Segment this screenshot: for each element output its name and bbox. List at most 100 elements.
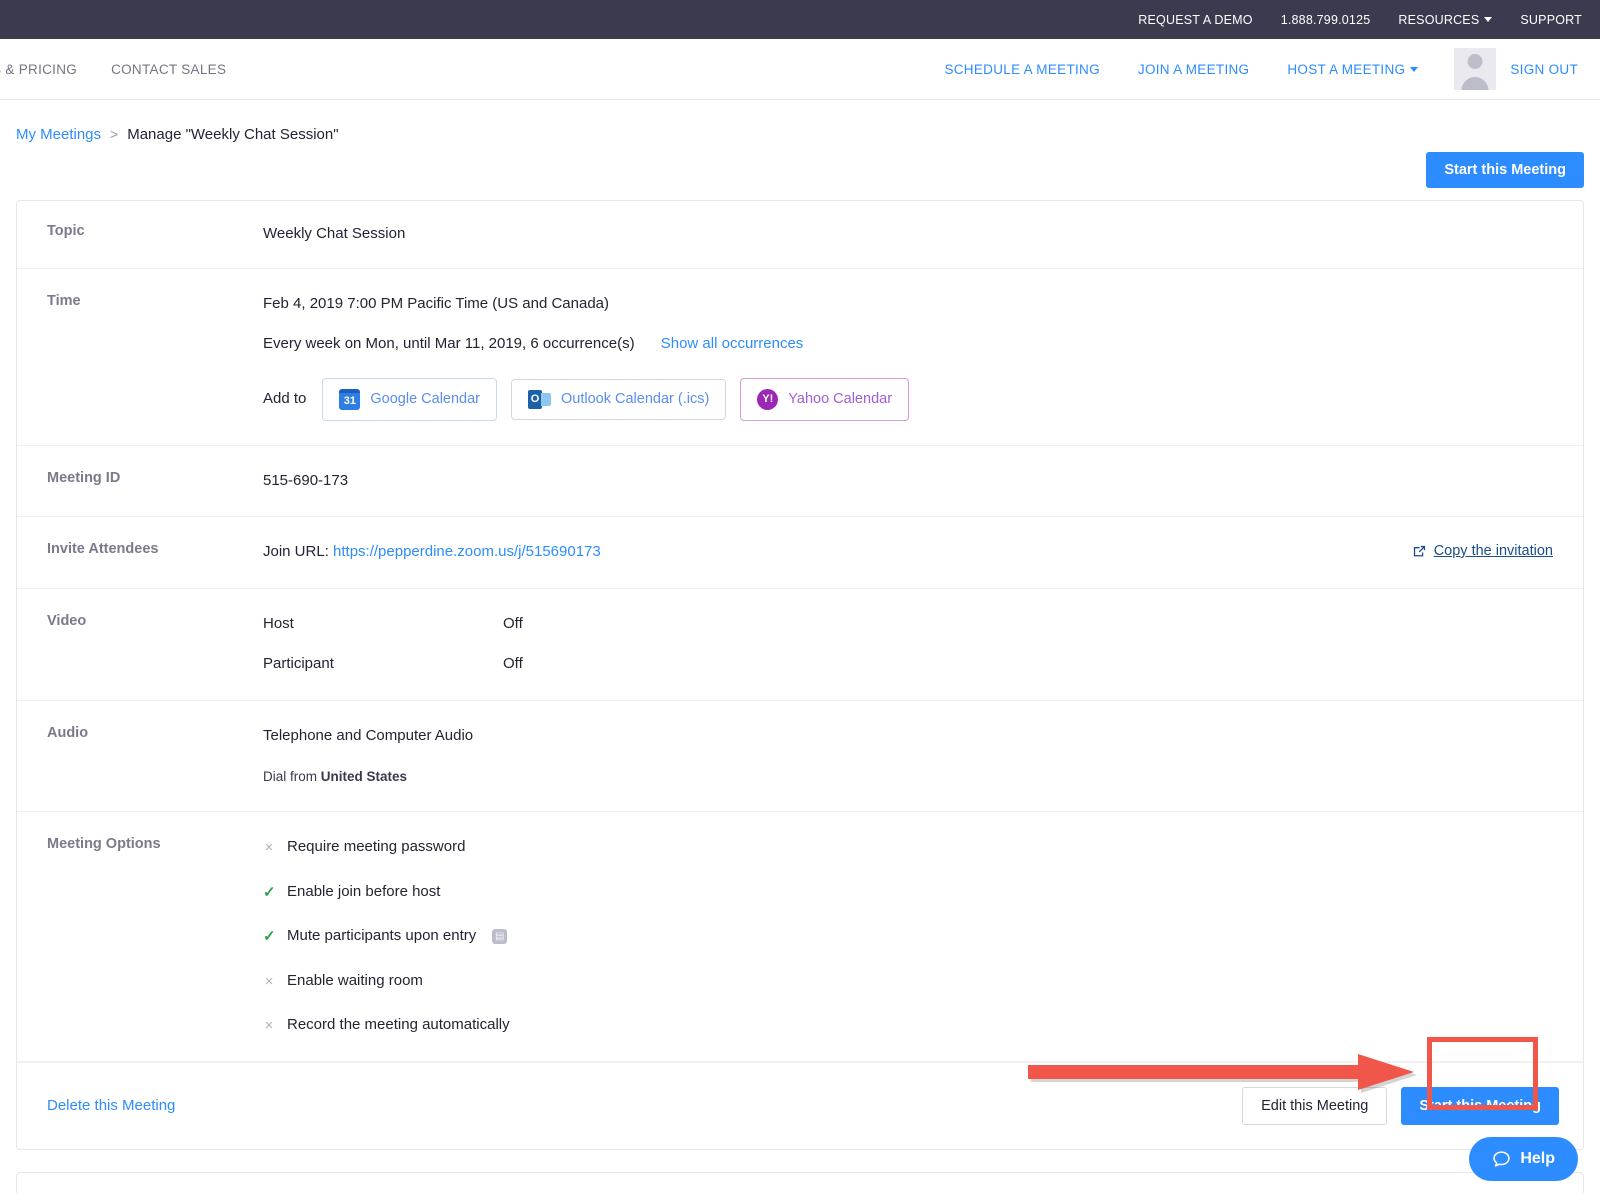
yahoo-calendar-icon: Y! bbox=[757, 389, 778, 410]
yahoo-calendar-label: Yahoo Calendar bbox=[788, 391, 892, 407]
video-participant-row: Participant Off bbox=[263, 653, 1553, 676]
detail-row-invite-attendees: Invite Attendees Join URL: https://peppe… bbox=[17, 517, 1583, 589]
meeting-details-card: Topic Weekly Chat Session Time Feb 4, 20… bbox=[16, 200, 1584, 1150]
topbar-link-support[interactable]: SUPPORT bbox=[1520, 13, 1582, 27]
breadcrumb-my-meetings[interactable]: My Meetings bbox=[16, 126, 101, 143]
value-audio: Telephone and Computer Audio Dial from U… bbox=[263, 701, 1583, 812]
chat-bubble-icon bbox=[1492, 1150, 1511, 1169]
help-label: Help bbox=[1520, 1150, 1555, 1168]
check-icon: ✓ bbox=[263, 929, 275, 944]
breadcrumb: My Meetings > Manage "Weekly Chat Sessio… bbox=[0, 100, 1600, 143]
dial-from-prefix: Dial from bbox=[263, 769, 317, 784]
meeting-option-join-before-host: ✓ Enable join before host bbox=[263, 881, 1553, 904]
check-icon: ✓ bbox=[263, 885, 275, 900]
meeting-option-waiting-room: × Enable waiting room bbox=[263, 970, 1553, 993]
copy-invitation-label: Copy the invitation bbox=[1434, 541, 1553, 563]
meeting-option-record-automatically: × Record the meeting automatically bbox=[263, 1014, 1553, 1037]
meeting-option-mute-on-entry: ✓ Mute participants upon entry ▤ bbox=[263, 925, 1553, 948]
meeting-option-label: Enable join before host bbox=[287, 881, 440, 904]
value-time: Feb 4, 2019 7:00 PM Pacific Time (US and… bbox=[263, 269, 1583, 445]
edit-this-meeting-button[interactable]: Edit this Meeting bbox=[1242, 1087, 1387, 1125]
label-time: Time bbox=[17, 269, 263, 445]
delete-this-meeting-link[interactable]: Delete this Meeting bbox=[47, 1097, 175, 1114]
add-to-outlook-calendar-button[interactable]: O Outlook Calendar (.ics) bbox=[511, 379, 726, 420]
meeting-datetime: Feb 4, 2019 7:00 PM Pacific Time (US and… bbox=[263, 293, 1553, 316]
audio-type: Telephone and Computer Audio bbox=[263, 725, 1553, 748]
cross-icon: × bbox=[263, 840, 275, 855]
start-this-meeting-button-bottom[interactable]: Start this Meeting bbox=[1401, 1087, 1559, 1125]
value-topic: Weekly Chat Session bbox=[263, 201, 1583, 268]
cross-icon: × bbox=[263, 974, 275, 989]
meeting-option-label: Require meeting password bbox=[287, 836, 465, 859]
value-invite-attendees: Join URL: https://pepperdine.zoom.us/j/5… bbox=[263, 517, 1583, 588]
video-host-value: Off bbox=[503, 613, 523, 636]
start-this-meeting-button-top[interactable]: Start this Meeting bbox=[1426, 152, 1584, 188]
card-action-buttons: Edit this Meeting Start this Meeting bbox=[1242, 1087, 1559, 1125]
label-video: Video bbox=[17, 589, 263, 700]
label-meeting-options: Meeting Options bbox=[17, 812, 263, 1061]
dial-from-line: Dial from United States bbox=[263, 767, 1553, 787]
nav-item-schedule-a-meeting[interactable]: SCHEDULE A MEETING bbox=[944, 62, 1099, 77]
value-video: Host Off Participant Off bbox=[263, 589, 1583, 700]
topbar-link-request-demo[interactable]: REQUEST A DEMO bbox=[1138, 13, 1252, 27]
label-meeting-id: Meeting ID bbox=[17, 446, 263, 517]
google-calendar-label: Google Calendar bbox=[370, 391, 480, 407]
meeting-option-label: Mute participants upon entry bbox=[287, 925, 476, 948]
cross-icon: × bbox=[263, 1018, 275, 1033]
join-url-link[interactable]: https://pepperdine.zoom.us/j/515690173 bbox=[333, 543, 601, 560]
sign-out-link[interactable]: SIGN OUT bbox=[1510, 62, 1578, 77]
show-all-occurrences-link[interactable]: Show all occurrences bbox=[661, 335, 804, 352]
breadcrumb-separator: > bbox=[110, 126, 118, 142]
external-link-icon bbox=[1412, 544, 1427, 559]
outlook-icon-letter: O bbox=[528, 390, 542, 409]
card-action-row: Delete this Meeting Edit this Meeting St… bbox=[17, 1062, 1583, 1149]
detail-row-video: Video Host Off Participant Off bbox=[17, 589, 1583, 701]
outlook-calendar-icon: O bbox=[528, 390, 551, 409]
detail-row-time: Time Feb 4, 2019 7:00 PM Pacific Time (U… bbox=[17, 269, 1583, 446]
google-calendar-icon: 31 bbox=[339, 389, 360, 410]
info-badge-icon[interactable]: ▤ bbox=[492, 929, 507, 944]
navbar-right-group: SCHEDULE A MEETING JOIN A MEETING HOST A… bbox=[906, 48, 1600, 90]
main-navbar: S & PRICING CONTACT SALES SCHEDULE A MEE… bbox=[0, 39, 1600, 100]
add-to-calendar-group: Add to 31 Google Calendar O Outlook Cale… bbox=[263, 378, 1553, 421]
chevron-down-icon bbox=[1484, 17, 1492, 22]
navbar-left-group: S & PRICING CONTACT SALES bbox=[0, 62, 226, 77]
outlook-icon-flap bbox=[541, 393, 551, 406]
video-host-row: Host Off bbox=[263, 613, 1553, 636]
detail-row-topic: Topic Weekly Chat Session bbox=[17, 201, 1583, 269]
nav-item-plans-pricing[interactable]: S & PRICING bbox=[0, 62, 77, 77]
video-participant-value: Off bbox=[503, 653, 523, 676]
meeting-option-require-password: × Require meeting password bbox=[263, 836, 1553, 859]
join-url-prefix: Join URL: bbox=[263, 543, 329, 560]
page-root: REQUEST A DEMO 1.888.799.0125 RESOURCES … bbox=[0, 0, 1600, 1193]
topbar-phone-number[interactable]: 1.888.799.0125 bbox=[1281, 13, 1371, 27]
add-to-label: Add to bbox=[263, 388, 306, 411]
label-topic: Topic bbox=[17, 201, 263, 268]
nav-item-host-a-meeting[interactable]: HOST A MEETING bbox=[1287, 62, 1418, 77]
nav-host-label: HOST A MEETING bbox=[1287, 62, 1405, 77]
topbar-link-resources[interactable]: RESOURCES bbox=[1398, 13, 1492, 27]
nav-item-contact-sales[interactable]: CONTACT SALES bbox=[111, 62, 226, 77]
help-button[interactable]: Help bbox=[1469, 1137, 1578, 1181]
detail-row-audio: Audio Telephone and Computer Audio Dial … bbox=[17, 701, 1583, 813]
label-invite-attendees: Invite Attendees bbox=[17, 517, 263, 588]
copy-the-invitation-link[interactable]: Copy the invitation bbox=[1412, 541, 1553, 563]
utility-topbar: REQUEST A DEMO 1.888.799.0125 RESOURCES … bbox=[0, 0, 1600, 39]
meeting-option-label: Enable waiting room bbox=[287, 970, 423, 993]
meeting-option-label: Record the meeting automatically bbox=[287, 1014, 510, 1037]
video-participant-key: Participant bbox=[263, 653, 503, 676]
poll-panel: You have not created any poll yet. Add bbox=[16, 1172, 1584, 1193]
detail-row-meeting-options: Meeting Options × Require meeting passwo… bbox=[17, 812, 1583, 1062]
topbar-resources-label: RESOURCES bbox=[1398, 13, 1479, 27]
detail-row-meeting-id: Meeting ID 515-690-173 bbox=[17, 446, 1583, 518]
meeting-recurrence-line: Every week on Mon, until Mar 11, 2019, 6… bbox=[263, 333, 1553, 356]
outlook-calendar-label: Outlook Calendar (.ics) bbox=[561, 391, 709, 407]
video-host-key: Host bbox=[263, 613, 503, 636]
add-to-yahoo-calendar-button[interactable]: Y! Yahoo Calendar bbox=[740, 378, 909, 421]
value-meeting-options: × Require meeting password ✓ Enable join… bbox=[263, 812, 1583, 1061]
add-to-google-calendar-button[interactable]: 31 Google Calendar bbox=[322, 378, 497, 421]
avatar[interactable] bbox=[1454, 48, 1496, 90]
meeting-recurrence-text: Every week on Mon, until Mar 11, 2019, 6… bbox=[263, 335, 635, 352]
top-action-row: Start this Meeting bbox=[0, 143, 1600, 188]
nav-item-join-a-meeting[interactable]: JOIN A MEETING bbox=[1138, 62, 1249, 77]
